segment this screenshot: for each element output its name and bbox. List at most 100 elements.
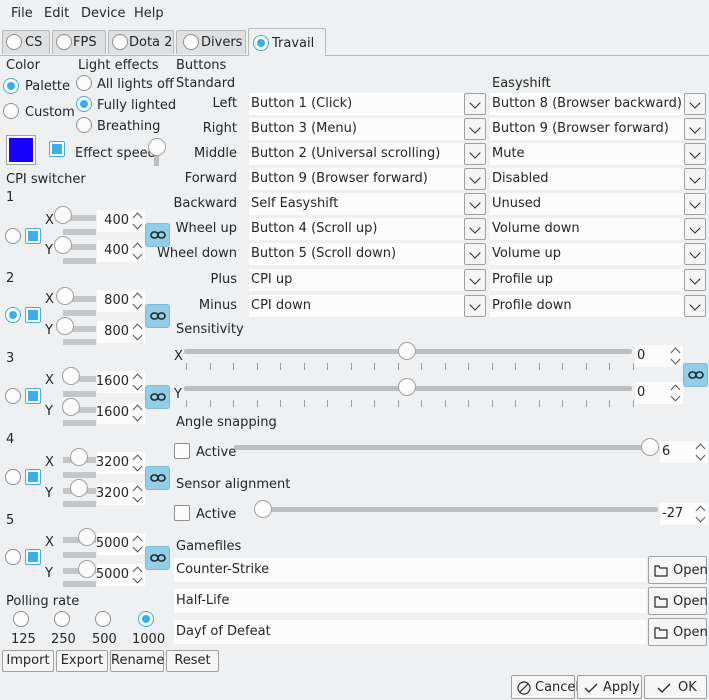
chevron-down-icon[interactable] — [684, 295, 706, 317]
cpi-level-4-radio[interactable] — [5, 469, 21, 485]
tab-fps[interactable]: FPS — [52, 30, 106, 54]
rename-button[interactable]: Rename — [110, 650, 164, 672]
sensitivity-link-button[interactable] — [683, 363, 708, 387]
sensitivity-y-slider-handle[interactable] — [398, 378, 416, 396]
chevron-down-icon[interactable] — [464, 218, 486, 240]
cpi-y-spinbox[interactable]: 1600 — [96, 402, 145, 424]
gamefile-open-button[interactable]: Open — [648, 556, 708, 584]
cpi-x-slider-handle[interactable] — [56, 287, 74, 305]
ok-button[interactable]: OK — [644, 675, 707, 699]
standard-action-combo[interactable]: CPI up — [249, 269, 486, 291]
spin-arrows-icon[interactable] — [669, 382, 683, 404]
angle-snapping-spinbox[interactable]: 6 — [660, 441, 708, 463]
fully-lighted-radio[interactable] — [76, 96, 92, 112]
tab-travail[interactable]: Travail — [248, 28, 326, 56]
spin-arrows-icon[interactable] — [131, 533, 145, 555]
spin-arrows-icon[interactable] — [131, 564, 145, 586]
cpi-x-slider-handle[interactable] — [70, 448, 88, 466]
spin-arrows-icon[interactable] — [669, 345, 683, 367]
cpi-x-spinbox[interactable]: 1600 — [96, 371, 145, 393]
spin-arrows-icon[interactable] — [131, 371, 145, 393]
cpi-x-spinbox[interactable]: 5000 — [96, 533, 145, 555]
spin-arrows-icon[interactable] — [694, 441, 708, 463]
palette-radio[interactable] — [3, 78, 19, 94]
cpi-y-slider-handle[interactable] — [78, 560, 96, 578]
menu-file[interactable]: File — [11, 6, 33, 22]
effect-speed-checkbox[interactable] — [49, 141, 65, 157]
menu-help[interactable]: Help — [134, 6, 164, 22]
cpi-y-spinbox[interactable]: 400 — [97, 240, 145, 262]
spin-arrows-icon[interactable] — [131, 290, 145, 312]
color-swatch[interactable] — [6, 135, 36, 165]
chevron-down-icon[interactable] — [684, 243, 706, 265]
chevron-down-icon[interactable] — [684, 269, 706, 291]
easyshift-action-combo[interactable]: Button 9 (Browser forward) — [490, 118, 706, 140]
tab-dota2[interactable]: Dota 2 — [108, 30, 174, 54]
gamefile-field-3[interactable]: Dayf of Defeat — [174, 620, 646, 644]
chevron-down-icon[interactable] — [464, 168, 486, 190]
tab-fps-radio[interactable] — [56, 34, 72, 50]
easyshift-action-combo[interactable]: Volume up — [490, 243, 706, 265]
easyshift-action-combo[interactable]: Unused — [490, 193, 706, 215]
polling-1000-radio[interactable] — [138, 611, 154, 627]
spin-arrows-icon[interactable] — [131, 402, 145, 424]
cpi-y-spinbox[interactable]: 3200 — [96, 483, 145, 505]
standard-action-combo[interactable]: CPI down — [249, 295, 486, 317]
cpi-y-slider-handle[interactable] — [56, 317, 74, 335]
easyshift-action-combo[interactable]: Volume down — [490, 218, 706, 240]
spin-arrows-icon[interactable] — [131, 240, 145, 262]
spin-arrows-icon[interactable] — [131, 210, 145, 232]
spin-arrows-icon[interactable] — [131, 452, 145, 474]
polling-500-radio[interactable] — [95, 611, 111, 627]
tab-travail-radio[interactable] — [253, 35, 269, 51]
chevron-down-icon[interactable] — [464, 295, 486, 317]
tab-dota2-radio[interactable] — [112, 34, 128, 50]
cpi-level-3-radio[interactable] — [5, 388, 21, 404]
chevron-down-icon[interactable] — [684, 218, 706, 240]
cpi-x-slider-handle[interactable] — [54, 206, 72, 224]
cpi-y-slider-handle[interactable] — [70, 479, 88, 497]
cpi-x-slider-handle[interactable] — [62, 367, 80, 385]
sensitivity-y-spinbox[interactable]: 0 — [635, 382, 683, 404]
gamefile-field-1[interactable]: Counter-Strike — [174, 558, 646, 582]
import-button[interactable]: Import — [2, 650, 54, 672]
chevron-down-icon[interactable] — [464, 243, 486, 265]
easyshift-action-combo[interactable]: Disabled — [490, 168, 706, 190]
standard-action-combo[interactable]: Button 5 (Scroll down) — [249, 243, 486, 265]
angle-snapping-slider-handle[interactable] — [641, 438, 659, 456]
apply-button[interactable]: Apply — [577, 675, 642, 699]
cpi-link-button[interactable] — [145, 385, 170, 409]
cpi-level-1-checkbox[interactable] — [25, 228, 41, 244]
chevron-down-icon[interactable] — [464, 143, 486, 165]
cpi-level-2-radio[interactable] — [5, 307, 21, 323]
standard-action-combo[interactable]: Self Easyshift — [249, 193, 486, 215]
cpi-level-5-radio[interactable] — [5, 549, 21, 565]
chevron-down-icon[interactable] — [464, 93, 486, 115]
tab-cs-radio[interactable] — [6, 34, 22, 50]
chevron-down-icon[interactable] — [684, 93, 706, 115]
cpi-y-spinbox[interactable]: 5000 — [96, 564, 145, 586]
cpi-y-slider-handle[interactable] — [62, 398, 80, 416]
gamefile-open-button[interactable]: Open — [648, 618, 708, 646]
cpi-level-5-checkbox[interactable] — [25, 549, 41, 565]
sensitivity-x-slider-handle[interactable] — [398, 342, 416, 360]
export-button[interactable]: Export — [56, 650, 108, 672]
chevron-down-icon[interactable] — [684, 143, 706, 165]
cpi-x-slider-handle[interactable] — [78, 528, 96, 546]
reset-button[interactable]: Reset — [166, 650, 219, 672]
sensor-alignment-spinbox[interactable]: -27 — [660, 503, 708, 525]
chevron-down-icon[interactable] — [464, 118, 486, 140]
sensor-alignment-slider-handle[interactable] — [254, 500, 272, 518]
custom-radio[interactable] — [3, 103, 19, 119]
cpi-x-spinbox[interactable]: 400 — [97, 210, 145, 232]
easyshift-action-combo[interactable]: Profile down — [490, 295, 706, 317]
chevron-down-icon[interactable] — [684, 168, 706, 190]
cpi-level-4-checkbox[interactable] — [25, 469, 41, 485]
polling-125-radio[interactable] — [13, 611, 29, 627]
gamefile-field-2[interactable]: Half-Life — [174, 589, 646, 613]
chevron-down-icon[interactable] — [684, 193, 706, 215]
easyshift-action-combo[interactable]: Mute — [490, 143, 706, 165]
cpi-x-spinbox[interactable]: 3200 — [96, 452, 145, 474]
effect-speed-slider-handle[interactable] — [148, 138, 166, 156]
standard-action-combo[interactable]: Button 2 (Universal scrolling) — [249, 143, 486, 165]
